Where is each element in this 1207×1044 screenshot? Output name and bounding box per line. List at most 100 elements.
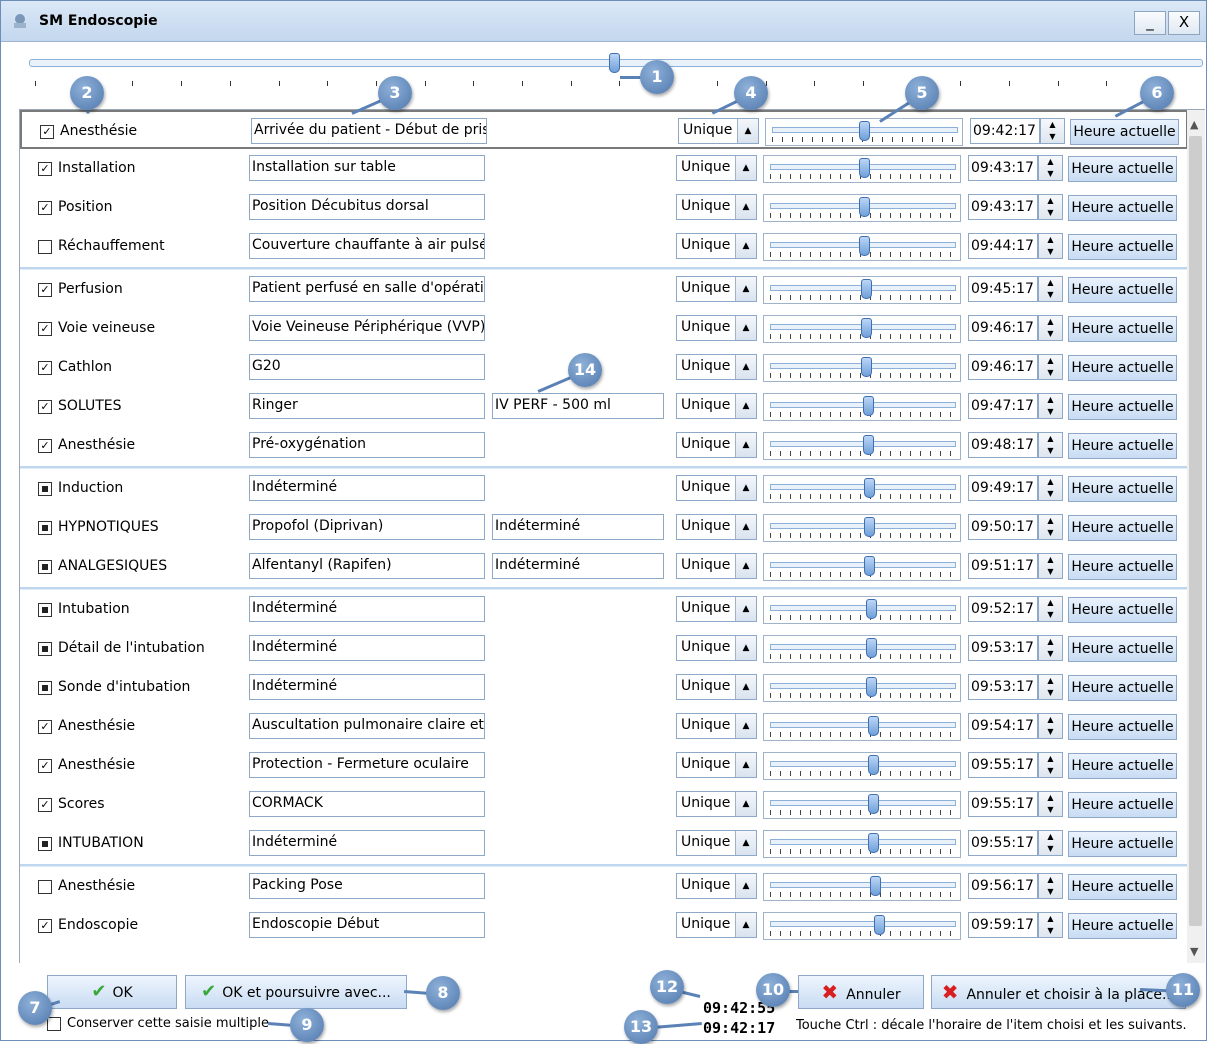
time-spinner[interactable]: ▲ ▼ — [1038, 674, 1063, 700]
spin-down-icon[interactable]: ▼ — [1039, 406, 1062, 418]
row-text-field[interactable]: Protection - Fermeture oculaire — [249, 752, 485, 778]
spin-down-icon[interactable]: ▼ — [1039, 726, 1062, 738]
row-extra-field[interactable]: Indéterminé — [492, 514, 664, 540]
chevron-up-icon[interactable]: ▲ — [735, 675, 756, 699]
current-time-button[interactable]: Heure actuelle — [1068, 234, 1177, 260]
row-mode-select[interactable]: Unique ▲ — [676, 596, 757, 622]
row-time-slider[interactable] — [763, 432, 961, 460]
row-text-field[interactable]: Indéterminé — [249, 674, 485, 700]
row-checkbox[interactable]: ✓ — [38, 919, 52, 933]
current-time-button[interactable]: Heure actuelle — [1068, 636, 1177, 662]
row-slider-thumb[interactable] — [858, 158, 870, 178]
cancel-button[interactable]: ✖ Annuler — [798, 975, 924, 1009]
list-item[interactable]: ✓ Cathlon G20 Unique ▲ 09:46:17 ▲ ▼ Heure actuel… — [20, 348, 1188, 387]
row-mode-select[interactable]: Unique ▲ — [676, 830, 757, 856]
spin-down-icon[interactable]: ▼ — [1039, 527, 1062, 539]
spin-down-icon[interactable]: ▼ — [1039, 648, 1062, 660]
spin-up-icon[interactable]: ▲ — [1039, 913, 1062, 925]
row-mode-select[interactable]: Unique ▲ — [676, 155, 757, 181]
time-spinner[interactable]: ▲ ▼ — [1038, 912, 1063, 938]
current-time-button[interactable]: Heure actuelle — [1068, 156, 1177, 182]
spin-up-icon[interactable]: ▲ — [1039, 433, 1062, 445]
list-item[interactable]: ✓ Voie veineuse Voie Veineuse Périphérique… — [20, 309, 1188, 348]
row-time-field[interactable]: 09:44:17 — [968, 233, 1038, 259]
row-checkbox[interactable] — [38, 482, 52, 496]
row-text-field[interactable]: Endoscopie Début — [249, 912, 485, 938]
row-slider-thumb[interactable] — [862, 435, 874, 455]
row-time-field[interactable]: 09:54:17 — [968, 713, 1038, 739]
list-item[interactable]: INTUBATION Indéterminé Unique ▲ 09:55:17 ▲ ▼ He… — [20, 824, 1188, 863]
chevron-up-icon[interactable]: ▲ — [735, 714, 756, 738]
spin-down-icon[interactable]: ▼ — [1039, 687, 1062, 699]
spin-down-icon[interactable]: ▼ — [1041, 131, 1064, 143]
row-time-field[interactable]: 09:55:17 — [968, 791, 1038, 817]
row-checkbox[interactable] — [38, 560, 52, 574]
cancel-choose-button[interactable]: ✖ Annuler et choisir à la place... — [931, 975, 1186, 1009]
row-slider-thumb[interactable] — [866, 677, 878, 697]
row-text-field[interactable]: Indéterminé — [249, 830, 485, 856]
spin-up-icon[interactable]: ▲ — [1039, 636, 1062, 648]
row-slider-thumb[interactable] — [866, 638, 878, 658]
row-time-field[interactable]: 09:46:17 — [968, 354, 1038, 380]
time-spinner[interactable]: ▲ ▼ — [1038, 553, 1063, 579]
row-checkbox[interactable] — [38, 837, 52, 851]
row-mode-select[interactable]: Unique ▲ — [676, 674, 757, 700]
time-spinner[interactable]: ▲ ▼ — [1038, 514, 1063, 540]
current-time-button[interactable]: Heure actuelle — [1068, 675, 1177, 701]
row-time-field[interactable]: 09:53:17 — [968, 635, 1038, 661]
row-time-slider[interactable] — [765, 118, 963, 146]
row-time-field[interactable]: 09:51:17 — [968, 553, 1038, 579]
row-checkbox[interactable]: ✓ — [38, 283, 52, 297]
row-time-slider[interactable] — [763, 475, 961, 503]
row-slider-thumb[interactable] — [868, 755, 880, 775]
list-item[interactable]: ✓ Perfusion Patient perfusé en salle d'opé… — [20, 270, 1188, 309]
row-time-slider[interactable] — [763, 194, 961, 222]
list-item[interactable]: ✓ Anesthésie Arrivée du patient - Début de… — [20, 110, 1188, 149]
list-item[interactable]: Anesthésie Packing Pose Unique ▲ 09:56:17 ▲ ▼ H… — [20, 867, 1188, 906]
row-checkbox[interactable] — [38, 880, 52, 894]
list-item[interactable]: ✓ Position Position Décubitus dorsal Unique… — [20, 188, 1188, 227]
row-extra-field[interactable]: Indéterminé — [492, 553, 664, 579]
current-time-button[interactable]: Heure actuelle — [1068, 316, 1177, 342]
row-checkbox[interactable] — [38, 681, 52, 695]
current-time-button[interactable]: Heure actuelle — [1068, 753, 1177, 779]
chevron-up-icon[interactable]: ▲ — [735, 277, 756, 301]
time-spinner[interactable]: ▲ ▼ — [1040, 118, 1065, 144]
time-spinner[interactable]: ▲ ▼ — [1038, 791, 1063, 817]
row-text-field[interactable]: G20 — [249, 354, 485, 380]
time-spinner[interactable]: ▲ ▼ — [1038, 475, 1063, 501]
spin-up-icon[interactable]: ▲ — [1039, 675, 1062, 687]
spin-up-icon[interactable]: ▲ — [1039, 277, 1062, 289]
time-spinner[interactable]: ▲ ▼ — [1038, 233, 1063, 259]
time-spinner[interactable]: ▲ ▼ — [1038, 830, 1063, 856]
row-time-field[interactable]: 09:43:17 — [968, 155, 1038, 181]
row-time-field[interactable]: 09:42:17 — [970, 118, 1040, 144]
row-slider-thumb[interactable] — [859, 121, 870, 141]
row-mode-select[interactable]: Unique ▲ — [676, 713, 757, 739]
row-time-slider[interactable] — [763, 752, 961, 780]
row-checkbox[interactable]: ✓ — [38, 439, 52, 453]
row-extra-field[interactable]: IV PERF - 500 ml — [492, 393, 664, 419]
row-slider-thumb[interactable] — [858, 197, 870, 217]
row-text-field[interactable]: Indéterminé — [249, 635, 485, 661]
spin-up-icon[interactable]: ▲ — [1039, 714, 1062, 726]
row-text-field[interactable]: Patient perfusé en salle d'opération — [249, 276, 485, 302]
chevron-up-icon[interactable]: ▲ — [735, 515, 756, 539]
row-time-slider[interactable] — [763, 276, 961, 304]
row-time-field[interactable]: 09:47:17 — [968, 393, 1038, 419]
spin-down-icon[interactable]: ▼ — [1039, 765, 1062, 777]
row-mode-select[interactable]: Unique ▲ — [676, 912, 757, 938]
row-checkbox[interactable]: ✓ — [38, 720, 52, 734]
list-item[interactable]: ✓ Anesthésie Protection - Fermeture oculai… — [20, 746, 1188, 785]
time-spinner[interactable]: ▲ ▼ — [1038, 194, 1063, 220]
row-checkbox[interactable] — [38, 642, 52, 656]
spin-up-icon[interactable]: ▲ — [1039, 476, 1062, 488]
row-mode-select[interactable]: Unique ▲ — [676, 752, 757, 778]
list-item[interactable]: ✓ SOLUTES Ringer IV PERF - 500 ml Unique ▲ 09:… — [20, 387, 1188, 426]
scroll-down-icon[interactable]: ▼ — [1190, 945, 1198, 958]
list-item[interactable]: Sonde d'intubation Indéterminé Unique ▲ 09:5… — [20, 668, 1188, 707]
minimize-button[interactable]: _ — [1134, 11, 1166, 35]
chevron-up-icon[interactable]: ▲ — [735, 913, 756, 937]
current-time-button[interactable]: Heure actuelle — [1068, 831, 1177, 857]
row-time-field[interactable]: 09:50:17 — [968, 514, 1038, 540]
